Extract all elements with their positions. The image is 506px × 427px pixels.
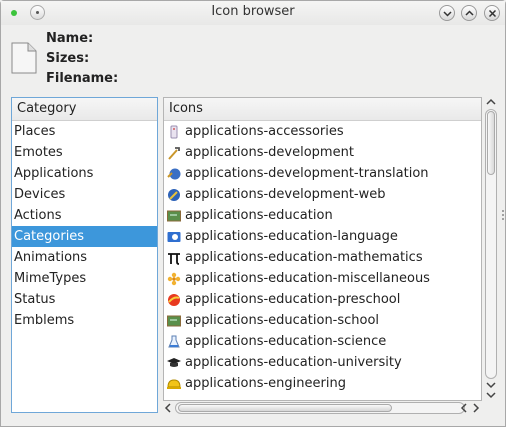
icons-list-panel[interactable]: Icons applications-accessories applicati… — [163, 97, 482, 401]
category-header[interactable]: Category — [12, 98, 157, 121]
flask-icon — [168, 335, 180, 347]
ball-icon — [168, 293, 180, 306]
category-item-categories[interactable]: Categories — [12, 226, 157, 247]
close-icon — [488, 9, 497, 18]
flower-icon — [167, 272, 181, 285]
icon-browser-window: Icon browser Name: Sizes: Filename: Cate… — [0, 0, 506, 427]
category-list-panel[interactable]: Category Places Emotes Applications Devi… — [11, 97, 158, 413]
list-item[interactable]: applications-education-university — [164, 352, 481, 373]
category-item-emblems[interactable]: Emblems — [12, 310, 157, 331]
icon-name: applications-education — [185, 208, 333, 223]
splitter-grip-icon[interactable] — [501, 209, 505, 221]
pi-icon — [168, 252, 180, 265]
icons-list[interactable]: applications-accessories applications-de… — [164, 121, 481, 394]
category-item-devices[interactable]: Devices — [12, 184, 157, 205]
list-item[interactable]: applications-development — [164, 142, 481, 163]
list-item[interactable]: applications-education-preschool — [164, 289, 481, 310]
scroll-left-arrow-icon[interactable] — [163, 403, 175, 413]
list-item[interactable]: applications-education-language — [164, 226, 481, 247]
hardhat-icon — [167, 378, 181, 389]
list-item[interactable]: applications-education-science — [164, 331, 481, 352]
icon-name: applications-education-science — [185, 334, 387, 349]
category-item-animations[interactable]: Animations — [12, 247, 157, 268]
chalkboard-icon — [167, 315, 181, 326]
list-item[interactable]: applications-education-mathematics — [164, 247, 481, 268]
sizes-label: Sizes: — [46, 51, 90, 66]
icon-name: applications-engineering — [185, 376, 346, 391]
list-item[interactable]: applications-education-school — [164, 310, 481, 331]
minimize-button[interactable] — [439, 5, 455, 21]
list-item[interactable]: applications-development-translation — [164, 163, 481, 184]
category-item-places[interactable]: Places — [12, 121, 157, 142]
scroll-right-arrow-icon[interactable] — [470, 403, 482, 413]
web-globe-icon — [168, 188, 180, 201]
icon-name: applications-development-translation — [185, 166, 429, 181]
language-icon — [167, 231, 181, 242]
icon-name: applications-development — [185, 145, 354, 160]
category-item-mimetypes[interactable]: MimeTypes — [12, 268, 157, 289]
chalkboard-icon — [167, 210, 181, 221]
window-title: Icon browser — [211, 4, 295, 19]
development-icon — [168, 146, 180, 160]
list-item[interactable]: applications-development-web — [164, 184, 481, 205]
category-item-applications[interactable]: Applications — [12, 163, 157, 184]
file-preview-icon — [11, 42, 37, 74]
scroll-track[interactable] — [485, 109, 497, 379]
category-item-status[interactable]: Status — [12, 289, 157, 310]
accessories-icon — [170, 125, 178, 138]
icon-name: applications-education-university — [185, 355, 402, 370]
category-item-emotes[interactable]: Emotes — [12, 142, 157, 163]
graduation-cap-icon — [167, 357, 181, 367]
icons-horizontal-scrollbar[interactable] — [163, 401, 482, 415]
scroll-thumb[interactable] — [178, 404, 392, 412]
list-item[interactable]: applications-education — [164, 205, 481, 226]
name-label: Name: — [46, 31, 94, 46]
icon-name: applications-education-mathematics — [185, 250, 423, 265]
icons-header[interactable]: Icons — [164, 98, 481, 121]
scroll-track[interactable] — [175, 402, 465, 414]
scroll-down-arrow-icon[interactable] — [485, 380, 497, 390]
category-item-actions[interactable]: Actions — [12, 205, 157, 226]
titlebar[interactable]: Icon browser — [1, 1, 505, 25]
icon-name: applications-education-preschool — [185, 292, 401, 307]
chevron-up-icon — [465, 10, 474, 16]
icons-vertical-scrollbar[interactable] — [483, 97, 499, 401]
icon-name: applications-education-language — [185, 229, 398, 244]
maximize-button[interactable] — [461, 5, 477, 21]
category-list[interactable]: Places Emotes Applications Devices Actio… — [12, 121, 157, 331]
scroll-up-arrow-icon[interactable] — [485, 97, 497, 107]
icon-name: applications-education-miscellaneous — [185, 271, 430, 286]
close-button[interactable] — [484, 5, 500, 21]
scroll-down-arrow-icon[interactable] — [485, 390, 497, 400]
icon-name: applications-accessories — [185, 124, 344, 139]
list-item[interactable]: applications-engineering — [164, 373, 481, 394]
list-item[interactable]: applications-education-miscellaneous — [164, 268, 481, 289]
icon-name: applications-education-school — [185, 313, 380, 328]
list-item[interactable]: applications-accessories — [164, 121, 481, 142]
icon-name: applications-development-web — [185, 187, 386, 202]
translation-icon — [167, 168, 181, 179]
scroll-thumb[interactable] — [487, 111, 495, 175]
chevron-down-icon — [443, 11, 452, 17]
filename-label: Filename: — [46, 71, 119, 86]
